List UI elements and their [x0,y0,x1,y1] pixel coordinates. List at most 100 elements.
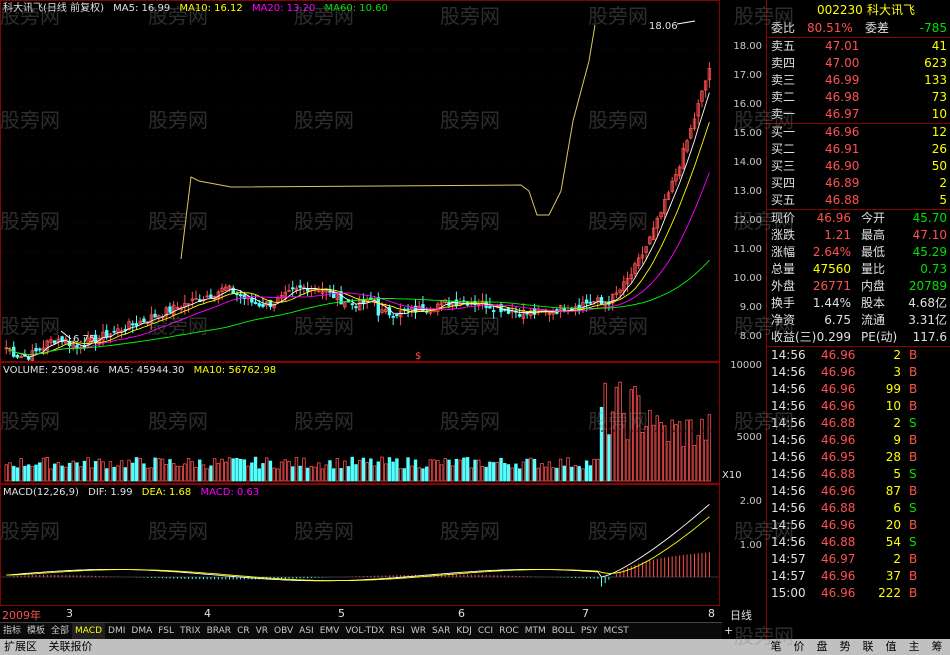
candlestick-chart[interactable] [1,1,719,361]
volume-bar [134,457,139,482]
tab-mcst[interactable]: MCST [601,623,632,639]
tab-asi[interactable]: ASI [296,623,317,639]
tick-row: 14:56 46.96 87 B [767,483,950,500]
order-volume: 12 [931,125,947,139]
candle-body [142,318,146,323]
tab-trix[interactable]: TRIX [177,623,204,639]
order-row: 买二 46.91 26 [767,141,950,158]
macd-panel[interactable]: MACD(12,26,9) DIF: 1.99 DEA: 1.68 MACD: … [0,484,720,606]
order-price: 46.90 [825,159,860,173]
volume-bar [79,466,83,482]
tick-volume: 9 [893,433,901,447]
volume-panel[interactable]: VOLUME: 25098.46 MA5: 45944.30 MA10: 567… [0,362,720,484]
right-tab[interactable]: 联 [858,639,878,655]
tab-cr[interactable]: CR [234,623,253,639]
tab-brar[interactable]: BRAR [204,623,234,639]
tab-指标[interactable]: 指标 [0,623,24,639]
volume-bar [458,459,462,482]
stat-value: 45.70 [912,211,947,225]
tab-vol-tdx[interactable]: VOL-TDX [342,623,387,639]
right-tab[interactable]: 筹 [927,639,947,655]
order-label: 卖一 [771,107,796,121]
extension-area-button[interactable]: 扩展区 [0,639,41,655]
volume-bar [447,459,451,482]
volume-axis: 10000 5000 [722,360,766,484]
order-label: 卖五 [771,39,796,53]
right-tab[interactable]: 势 [835,639,855,655]
volume-bar [555,467,559,482]
tab-cci[interactable]: CCI [475,623,496,639]
stat-row: 总量 47560 量比 0.73 [767,261,950,278]
tab-模板[interactable]: 模板 [24,623,48,639]
tick-price: 46.95 [821,450,856,464]
tabs-scroll-button[interactable]: + [724,624,733,637]
order-label: 买二 [771,142,796,156]
tick-row: 14:57 46.97 2 B [767,551,950,568]
quote-header: 002230 科大讯飞 [767,0,950,20]
tick-volume: 87 [885,484,901,498]
order-ratio-row: 委比 80.51% 委差 -785 [767,20,950,37]
candle-body [331,291,336,299]
volume-bar [599,406,604,482]
right-tab[interactable]: 盘 [812,639,832,655]
volume-bar [97,458,101,482]
volume-bar [517,468,522,482]
tab-boll[interactable]: BOLL [549,623,578,639]
volume-bar [614,386,619,482]
right-tab[interactable]: 价 [789,639,809,655]
volume-bar [692,445,697,482]
tab-vr[interactable]: VR [253,623,271,639]
candle-body [52,340,57,344]
macd-chart[interactable] [1,485,719,605]
tab-全部[interactable]: 全部 [48,623,72,639]
tab-wr[interactable]: WR [408,623,429,639]
tab-obv[interactable]: OBV [271,623,296,639]
volume-bar [287,460,291,482]
volume-bar [521,461,526,482]
volume-bar [149,467,154,482]
tick-volume: 2 [893,416,901,430]
tab-mtm[interactable]: MTM [522,623,549,639]
tab-sar[interactable]: SAR [429,623,453,639]
tab-fsl[interactable]: FSL [155,623,177,639]
candle-body [517,314,522,317]
tab-emv[interactable]: EMV [317,623,343,639]
x-axis-month: 7 [582,607,589,620]
right-tab[interactable]: 主 [904,639,924,655]
volume-bar [603,382,607,482]
cost-line [180,24,596,260]
tab-psy[interactable]: PSY [578,623,601,639]
right-tab[interactable]: 笔 [766,639,786,655]
volume-bar [49,468,53,482]
candle-body [34,347,38,352]
stat-label: 最高 [861,228,886,242]
order-price: 46.91 [825,142,860,156]
candle-body [112,330,116,333]
tab-roc[interactable]: ROC [496,623,522,639]
candle-body [395,314,399,317]
tick-side: B [909,399,918,413]
volume-chart[interactable] [1,363,719,483]
stock-name: 科大讯飞 [867,3,916,17]
tab-rsi[interactable]: RSI [387,623,408,639]
tick-time: 14:57 [771,569,806,583]
order-label: 买一 [771,125,796,139]
tab-dma[interactable]: DMA [128,623,155,639]
volume-bar [707,414,712,482]
right-tab[interactable]: 值 [881,639,901,655]
volume-bar [212,458,217,482]
volume-bar [302,457,306,482]
volume-bar [160,458,165,482]
price-panel[interactable]: 科大讯飞(日线 前复权) MA5: 16.99 MA10: 16.12 MA20… [0,0,720,362]
volume-bar [477,459,481,482]
tab-macd[interactable]: MACD [72,623,106,639]
tab-kdj[interactable]: KDJ [453,623,475,639]
volume-bar [123,467,128,482]
candle-body [525,312,529,315]
tab-dmi[interactable]: DMI [105,623,128,639]
x-axis-month: 5 [338,607,345,620]
candle-body [235,293,239,296]
related-quote-button[interactable]: 关联报价 [45,639,97,655]
volume-bar [663,425,667,482]
tick-time: 15:00 [771,586,806,600]
